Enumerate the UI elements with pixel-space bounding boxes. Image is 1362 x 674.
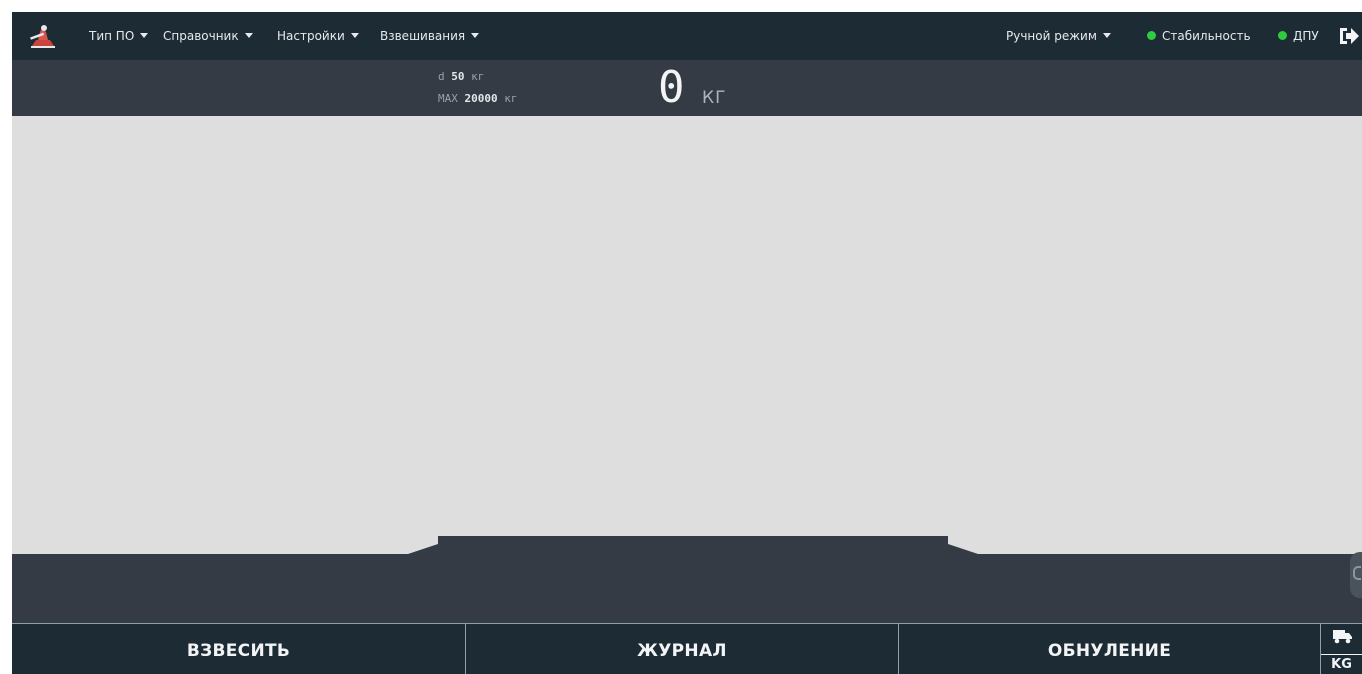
max-unit: кг <box>504 92 518 105</box>
side-panel-toggle[interactable] <box>1350 552 1362 598</box>
status-dpu-label: ДПУ <box>1293 29 1319 43</box>
zero-button[interactable]: ОБНУЛЕНИЕ <box>899 624 1320 674</box>
status-dpu: ДПУ <box>1278 29 1319 43</box>
status-indicator-icon <box>1147 31 1156 40</box>
weight-display-bar: d 50 кг MAX 20000 кг 0 КГ <box>12 60 1362 116</box>
division-value: 50 <box>451 70 465 83</box>
chevron-down-icon <box>1102 33 1111 38</box>
mode-dropdown[interactable]: Ручной режим <box>1006 29 1111 43</box>
menu-settings-label: Настройки <box>277 29 345 43</box>
mode-label: Ручной режим <box>1006 29 1097 43</box>
truck-icon <box>1333 630 1352 644</box>
menu-reference[interactable]: Справочник <box>163 29 253 43</box>
division-label: d <box>438 70 445 83</box>
scale-max-capacity: MAX 20000 кг <box>438 92 518 105</box>
scale-logo-icon[interactable] <box>28 22 58 50</box>
scale-division: d 50 кг <box>438 70 484 83</box>
weigh-button[interactable]: ВЗВЕСИТЬ <box>12 624 465 674</box>
top-navbar: Тип ПО Справочник Настройки Взвешивания … <box>12 12 1362 60</box>
menu-weighings-label: Взвешивания <box>380 29 466 43</box>
menu-weighings[interactable]: Взвешивания <box>380 29 480 43</box>
chevron-down-icon <box>471 33 480 38</box>
action-bar: ВЗВЕСИТЬ ЖУРНАЛ ОБНУЛЕНИЕ KG <box>12 623 1362 674</box>
unit-toggle-button[interactable]: KG <box>1321 624 1362 674</box>
division-unit: кг <box>471 70 485 83</box>
max-value: 20000 <box>464 92 498 105</box>
app-window: Тип ПО Справочник Настройки Взвешивания … <box>12 12 1362 674</box>
logout-icon[interactable] <box>1338 26 1360 46</box>
menu-settings[interactable]: Настройки <box>277 29 359 43</box>
status-indicator-icon <box>1278 31 1287 40</box>
unit-toggle-label: KG <box>1321 654 1362 672</box>
max-label: MAX <box>438 92 458 105</box>
chevron-down-icon <box>350 33 359 38</box>
chevron-down-icon <box>140 33 149 38</box>
chevron-down-icon <box>244 33 253 38</box>
menu-software-type[interactable]: Тип ПО <box>89 29 149 43</box>
journal-button[interactable]: ЖУРНАЛ <box>466 624 898 674</box>
status-stability: Стабильность <box>1147 29 1251 43</box>
status-stability-label: Стабильность <box>1162 29 1251 43</box>
scale-view-area <box>12 116 1362 556</box>
side-panel-icon <box>1353 566 1361 580</box>
current-weight-unit: КГ <box>702 88 727 108</box>
menu-reference-label: Справочник <box>163 29 239 43</box>
current-weight: 0 <box>658 62 685 113</box>
menu-software-type-label: Тип ПО <box>89 29 135 43</box>
scale-base-panel <box>12 554 1362 623</box>
scale-platform <box>408 536 978 560</box>
